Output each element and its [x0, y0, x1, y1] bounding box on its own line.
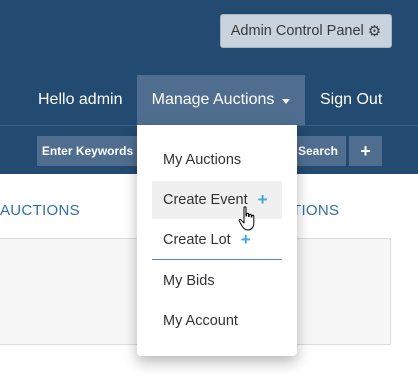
greeting-text: Hello admin: [38, 91, 123, 108]
plus-icon: +: [240, 230, 251, 249]
menu-item-my-auctions[interactable]: My Auctions: [152, 141, 282, 179]
menu-item-label: My Account: [163, 313, 238, 329]
manage-auctions-label: Manage Auctions: [151, 91, 275, 108]
plus-icon: +: [257, 190, 268, 209]
sign-out-link[interactable]: Sign Out: [320, 88, 382, 112]
gear-icon: ⚙: [367, 22, 382, 40]
hand-pointer-icon: [238, 206, 255, 231]
add-button[interactable]: +: [349, 136, 382, 166]
enter-keywords-field[interactable]: Enter Keywords: [37, 136, 138, 166]
menu-divider: [152, 259, 282, 260]
menu-item-my-bids[interactable]: My Bids: [152, 262, 282, 300]
menu-item-my-account[interactable]: My Account: [152, 302, 282, 340]
admin-control-panel-label: Admin Control Panel: [230, 23, 364, 39]
menu-item-create-lot[interactable]: Create Lot +: [152, 221, 282, 259]
search-button[interactable]: Search: [290, 136, 346, 166]
admin-control-panel-button[interactable]: Admin Control Panel ⚙: [220, 14, 392, 48]
tab-auctions[interactable]: AUCTIONS: [0, 202, 80, 219]
manage-auctions-menu[interactable]: Manage Auctions: [137, 75, 305, 125]
menu-item-label: Create Event: [163, 192, 248, 208]
menu-item-label: My Bids: [163, 273, 215, 289]
manage-auctions-dropdown: My Auctions Create Event + Create Lot + …: [137, 125, 297, 356]
menu-item-create-event[interactable]: Create Event +: [152, 181, 282, 219]
menu-item-label: Create Lot: [163, 232, 231, 248]
tab-other[interactable]: TIONS: [292, 202, 339, 219]
menu-item-label: My Auctions: [163, 152, 242, 168]
caret-down-icon: [282, 98, 291, 104]
